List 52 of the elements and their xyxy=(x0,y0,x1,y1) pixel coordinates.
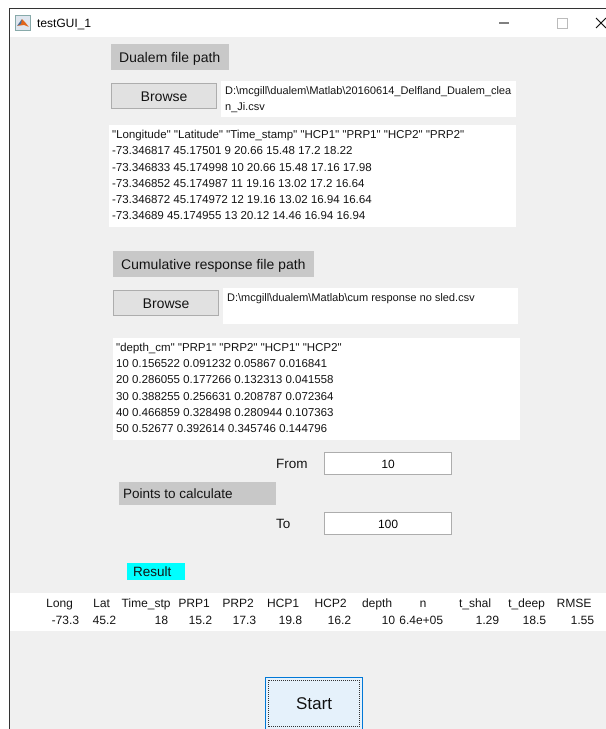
section-label: Cumulative response file path xyxy=(113,250,314,277)
table-cell-text: 17.3 xyxy=(232,613,257,628)
from-field[interactable]: 10 xyxy=(324,452,452,476)
to-field[interactable]: 100 xyxy=(324,512,452,536)
column-header: HCP1 xyxy=(266,596,300,610)
preview-line: 20 0.286055 0.177266 0.132313 0.041558 xyxy=(116,373,334,388)
preview-line: -73.346833 45.174998 10 20.66 15.48 17.16 17.98 xyxy=(112,160,373,176)
preview-line: -73.346852 45.174987 11 19.16 13.02 17.2 16.64 xyxy=(112,176,366,192)
table-cell-text: -73.3 xyxy=(50,613,80,628)
column-header: t_deep xyxy=(507,596,546,610)
table-cell-text: 16.2 xyxy=(326,613,352,628)
column-header: PRP2 xyxy=(221,596,255,610)
preview-line: "depth_cm" "PRP1" "PRP2" "HCP1" "HCP2" xyxy=(116,340,343,356)
section-label: Dualem file path xyxy=(111,44,230,70)
table-cell-text: 1.29 xyxy=(474,613,500,628)
column-header: depth xyxy=(360,596,394,610)
table-cell-text: 15.2 xyxy=(188,613,213,628)
file-path-text: D:\mcgill\dualem\Matlab\cum response no sled.csv xyxy=(223,288,518,324)
table-cell-text: 45.2 xyxy=(92,613,117,628)
preview-line: -73.34689 45.174955 13 20.12 14.46 16.94 16.94 xyxy=(112,209,366,224)
points-label: Points to calculate xyxy=(119,482,276,506)
preview-line: 40 0.466859 0.328498 0.280944 0.107363 xyxy=(116,406,334,421)
table-cell-text: 10 xyxy=(380,613,396,628)
browse-button[interactable]: Browse xyxy=(111,83,217,109)
table-cell-text: 18 xyxy=(154,613,169,628)
to-label: To xyxy=(276,516,292,532)
column-header: HCP2 xyxy=(313,596,348,610)
preview-line: "Longitude" "Latitude" "Time_stamp" "HCP1" "PRP1" "HCP2" "PRP2" xyxy=(112,128,466,143)
close-icon[interactable] xyxy=(595,17,606,29)
result-label: Result xyxy=(127,562,186,580)
preview-line: 50 0.52677 0.392614 0.345746 0.144796 xyxy=(116,422,328,438)
table-cell-text: 19.8 xyxy=(278,613,303,628)
preview-line: 10 0.156522 0.091232 0.05867 0.016841 xyxy=(116,357,328,372)
preview-line: -73.346872 45.174972 12 19.16 13.02 16.94 16.64 xyxy=(112,193,373,208)
table-cell-text: 6.4e+05 xyxy=(399,613,444,628)
column-header: Lat xyxy=(92,596,111,610)
from-label: From xyxy=(276,456,308,472)
preview-line: 30 0.388255 0.256631 0.208787 0.072364 xyxy=(116,390,334,405)
column-header: RMSE xyxy=(556,596,592,610)
column-header: PRP1 xyxy=(177,596,211,610)
preview-line: -73.346817 45.17501 9 20.66 15.48 17.2 18.22 xyxy=(112,144,354,160)
table-cell-text: 1.55 xyxy=(570,613,595,628)
app-logo-icon xyxy=(15,15,31,31)
browse-button[interactable]: Browse xyxy=(113,290,219,316)
column-header: Long xyxy=(45,596,74,610)
start-button[interactable]: Start xyxy=(265,677,363,729)
column-header: n xyxy=(418,596,428,610)
window-title: testGUI_1 xyxy=(37,16,92,30)
column-header: Time_stp xyxy=(120,596,172,610)
column-header: t_shal xyxy=(458,596,492,610)
file-path-text: D:\mcgill\dualem\Matlab\20160614_Delfland_Dualem_clean_Ji.csv xyxy=(221,81,516,117)
table-cell-text: 18.5 xyxy=(522,613,547,628)
